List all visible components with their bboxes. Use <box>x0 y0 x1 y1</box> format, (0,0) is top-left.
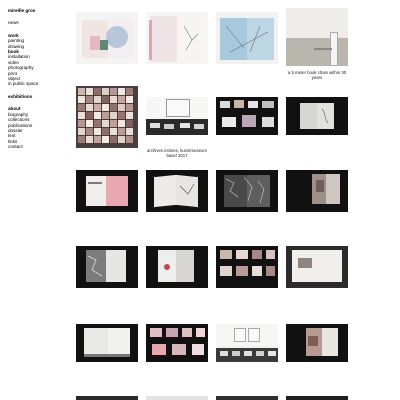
thumbnail-book-1[interactable] <box>76 12 138 64</box>
thumbnail-installation-room[interactable] <box>286 8 348 66</box>
thumbnail-row6-2[interactable] <box>146 396 208 400</box>
sketch-drawing <box>183 25 199 51</box>
thumbnail-row6-1[interactable] <box>76 396 138 400</box>
thumbnail-dark-book-3[interactable] <box>286 324 348 362</box>
thumbnail-dark-book-print[interactable] <box>76 246 138 288</box>
thumbnail-vitrine-2[interactable] <box>216 246 278 288</box>
thumbnail-archive-grid[interactable] <box>76 86 138 148</box>
thumbnail-exhibition-wall[interactable] <box>216 324 278 362</box>
thumbnail-archives-intimes[interactable] <box>146 97 208 135</box>
thumbnail-row6-3[interactable] <box>216 396 278 400</box>
thumbnail-dark-book-red[interactable] <box>146 246 208 288</box>
thumbnail-row6-4[interactable] <box>286 396 348 400</box>
thumbnail-vitrine-3[interactable] <box>146 324 208 362</box>
thumbnail-dark-book-texture[interactable] <box>216 170 278 212</box>
texture-pattern <box>225 176 265 204</box>
thumbnail-dark-book-1[interactable] <box>286 97 348 135</box>
book-gallery: a 5 meter book chain within 30 years arc… <box>0 0 400 400</box>
book-sketch <box>179 183 195 195</box>
book-drawing <box>321 108 329 124</box>
thumbnail-dark-book-stack[interactable] <box>76 324 138 362</box>
thumbnail-dark-book-open[interactable] <box>146 170 208 212</box>
line-drawing <box>225 25 269 53</box>
thumbnail-book-3[interactable] <box>216 12 278 64</box>
caption-book-chain: a 5 meter book chain within 30 years <box>287 70 347 80</box>
print-image <box>87 255 103 277</box>
archive-grid-image <box>78 88 133 143</box>
caption-archives-intimes: archives intimes, kunstmuseum basel 2017 <box>147 148 207 158</box>
thumbnail-dark-book-pink[interactable] <box>76 170 138 212</box>
thumbnail-book-2[interactable] <box>146 12 208 64</box>
thumbnail-vitrine-1[interactable] <box>216 97 278 135</box>
thumbnail-dark-book-2[interactable] <box>286 170 348 212</box>
thumbnail-book-cover-light[interactable] <box>286 246 348 288</box>
